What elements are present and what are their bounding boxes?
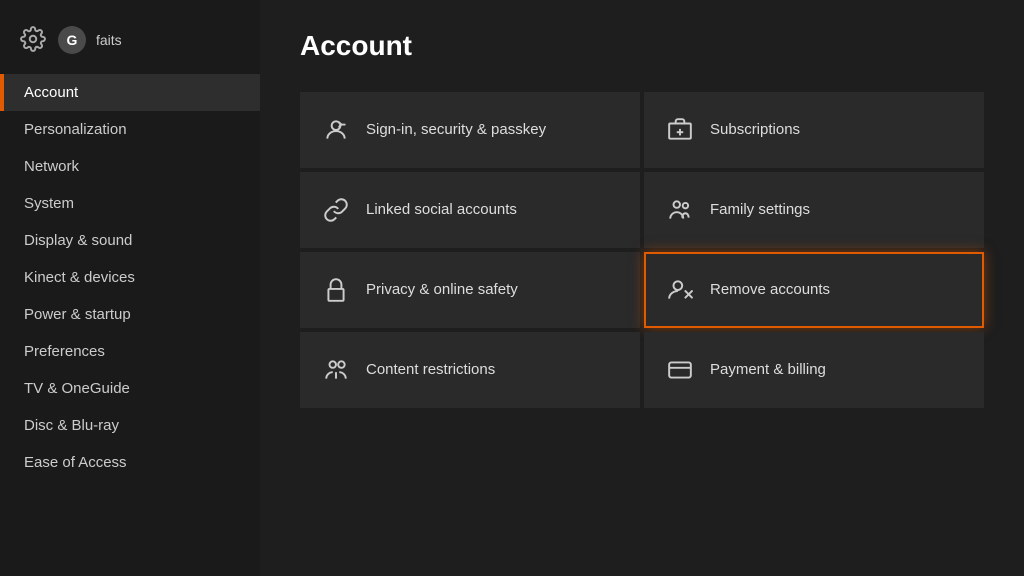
grid-item-family-settings[interactable]: Family settings [644,172,984,248]
sidebar-item-ease-of-access[interactable]: Ease of Access [0,444,260,481]
grid-item-privacy-safety[interactable]: Privacy & online safety [300,252,640,328]
username-label: faits [96,32,122,48]
sidebar: G faits AccountPersonalizationNetworkSys… [0,0,260,576]
sidebar-item-disc-bluray[interactable]: Disc & Blu-ray [0,407,260,444]
grid-label-payment-billing: Payment & billing [710,360,826,380]
family-icon [666,196,694,224]
grid-label-content-restrictions: Content restrictions [366,360,495,380]
grid-item-content-restrictions[interactable]: Content restrictions [300,332,640,408]
grid-item-payment-billing[interactable]: Payment & billing [644,332,984,408]
remove-account-icon [666,276,694,304]
grid-label-linked-social: Linked social accounts [366,200,517,220]
grid-item-signin-security[interactable]: Sign-in, security & passkey [300,92,640,168]
main-content: Account Sign-in, security & passkey Subsc… [260,0,1024,576]
avatar: G [58,26,86,54]
gear-icon [20,26,48,54]
sidebar-item-kinect-devices[interactable]: Kinect & devices [0,259,260,296]
grid-label-subscriptions: Subscriptions [710,120,800,140]
grid-label-signin-security: Sign-in, security & passkey [366,120,546,140]
linked-social-icon [322,196,350,224]
sidebar-nav: AccountPersonalizationNetworkSystemDispl… [0,74,260,481]
grid-label-privacy-safety: Privacy & online safety [366,280,518,300]
signin-icon [322,116,350,144]
grid-label-remove-accounts: Remove accounts [710,280,830,300]
grid-item-remove-accounts[interactable]: Remove accounts [644,252,984,328]
sidebar-item-power-startup[interactable]: Power & startup [0,296,260,333]
sidebar-item-tv-oneguide[interactable]: TV & OneGuide [0,370,260,407]
privacy-icon [322,276,350,304]
settings-grid: Sign-in, security & passkey Subscriptions… [300,92,984,408]
grid-item-subscriptions[interactable]: Subscriptions [644,92,984,168]
sidebar-item-account[interactable]: Account [0,74,260,111]
sidebar-item-display-sound[interactable]: Display & sound [0,222,260,259]
grid-label-family-settings: Family settings [710,200,810,220]
sidebar-item-personalization[interactable]: Personalization [0,111,260,148]
sidebar-item-system[interactable]: System [0,185,260,222]
payment-icon [666,356,694,384]
sidebar-item-network[interactable]: Network [0,148,260,185]
subscriptions-icon [666,116,694,144]
grid-item-linked-social[interactable]: Linked social accounts [300,172,640,248]
content-restrictions-icon [322,356,350,384]
sidebar-header: G faits [0,16,260,74]
sidebar-item-preferences[interactable]: Preferences [0,333,260,370]
page-title: Account [300,30,984,62]
